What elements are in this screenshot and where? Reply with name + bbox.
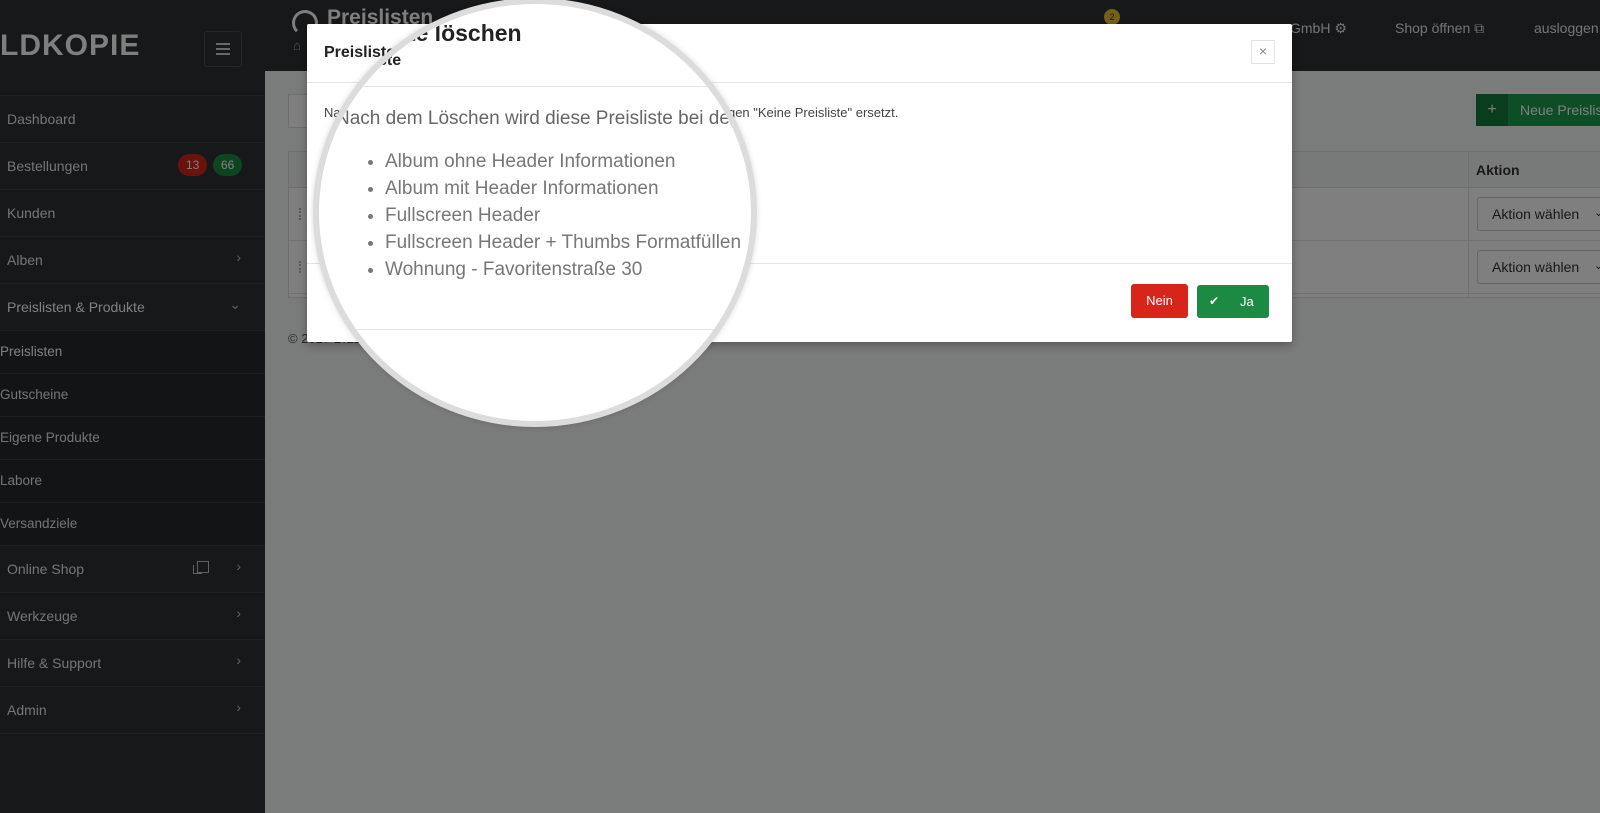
list-item: Fullscreen Header bbox=[385, 202, 741, 229]
magnifier-lens: Preisliste löschen Preisliste Nach dem L… bbox=[313, 0, 757, 427]
close-button[interactable]: × bbox=[1251, 40, 1275, 64]
magnified-modal-subtitle: Preisliste bbox=[330, 52, 402, 69]
yes-button[interactable]: ✔ Ja bbox=[1197, 285, 1269, 318]
divider bbox=[319, 329, 751, 330]
list-item: Album ohne Header Informationen bbox=[385, 148, 741, 175]
affected-albums-list: Album ohne Header Informationen Album mi… bbox=[361, 148, 741, 283]
list-item: Fullscreen Header + Thumbs Formatfüllen bbox=[385, 229, 741, 256]
magnified-body-text: Nach dem Löschen wird diese Preisliste b… bbox=[336, 108, 741, 129]
list-item: Wohnung - Favoritenstraße 30 bbox=[385, 256, 741, 283]
no-button[interactable]: Nein bbox=[1131, 284, 1188, 318]
yes-button-label: Ja bbox=[1240, 294, 1254, 309]
magnified-content: Preisliste löschen Preisliste Nach dem L… bbox=[319, 6, 751, 421]
divider bbox=[319, 86, 751, 87]
magnified-modal-title: Preisliste löschen bbox=[326, 20, 522, 46]
list-item: Album mit Header Informationen bbox=[385, 175, 741, 202]
close-icon: × bbox=[1258, 43, 1268, 59]
check-icon: ✔ bbox=[1209, 294, 1220, 308]
